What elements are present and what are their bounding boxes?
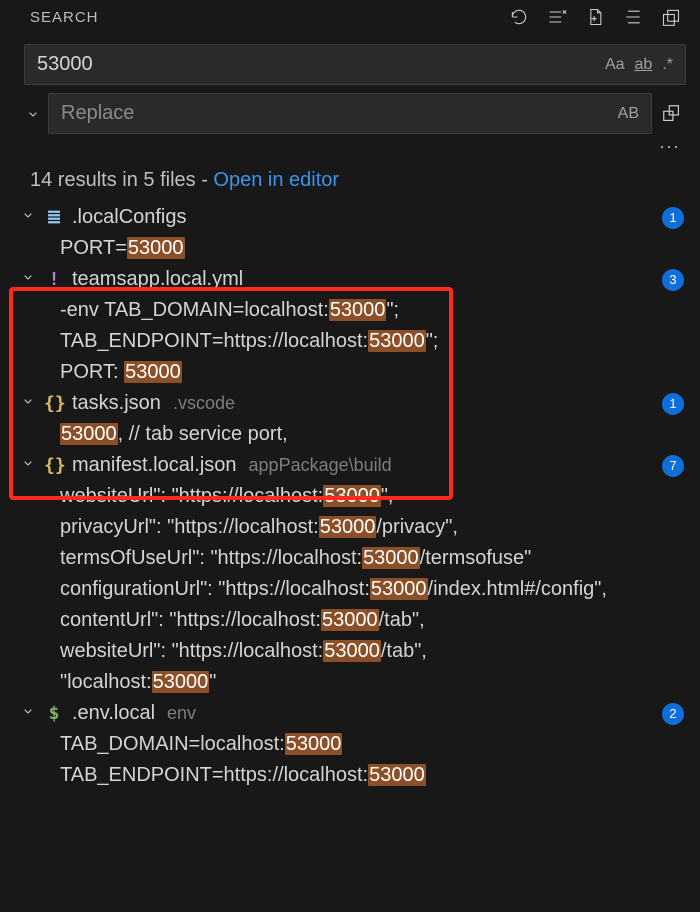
file-type-icon: ≣ — [44, 207, 64, 228]
chevron-down-icon[interactable] — [20, 703, 36, 724]
match-line[interactable]: "localhost:53000" — [14, 667, 694, 698]
match-count-badge: 7 — [662, 455, 684, 477]
replace-placeholder: Replace — [61, 102, 618, 125]
file-name: manifest.local.json — [72, 454, 237, 477]
match-line[interactable]: contentUrl": "https://localhost:53000/ta… — [14, 605, 694, 636]
match-line[interactable]: TAB_ENDPOINT=https://localhost:53000"; — [14, 326, 694, 357]
match-highlight: 53000 — [127, 237, 185, 259]
preserve-case-toggle[interactable]: AB — [618, 105, 639, 123]
view-tree-icon[interactable] — [622, 6, 644, 28]
match-highlight: 53000 — [152, 671, 210, 693]
match-highlight: 53000 — [323, 485, 381, 507]
new-file-icon[interactable] — [584, 6, 606, 28]
match-case-toggle[interactable]: Aa — [605, 56, 625, 74]
file-header[interactable]: ≣ .localConfigs 1 — [14, 202, 694, 233]
match-line[interactable]: termsOfUseUrl": "https://localhost:53000… — [14, 543, 694, 574]
match-count-badge: 1 — [662, 393, 684, 415]
file-type-icon: ! — [44, 269, 64, 290]
match-count-badge: 2 — [662, 703, 684, 725]
refresh-icon[interactable] — [508, 6, 530, 28]
match-highlight: 53000 — [321, 609, 379, 631]
chevron-down-icon[interactable] — [20, 393, 36, 414]
match-line[interactable]: websiteUrl": "https://localhost:53000", — [14, 481, 694, 512]
more-options-icon[interactable]: ··· — [0, 134, 700, 161]
search-input[interactable]: 53000 Aa ab .* — [24, 44, 686, 85]
match-highlight: 53000 — [329, 299, 387, 321]
match-highlight: 53000 — [368, 764, 426, 786]
match-highlight: 53000 — [362, 547, 420, 569]
file-name: teamsapp.local.yml — [72, 268, 243, 291]
file-name: .env.local — [72, 702, 155, 725]
match-highlight: 53000 — [323, 640, 381, 662]
file-name: .localConfigs — [72, 206, 187, 229]
file-path: appPackage\build — [249, 455, 392, 476]
toggle-replace-chevron[interactable] — [24, 106, 42, 122]
file-name: tasks.json — [72, 392, 161, 415]
regex-toggle[interactable]: .* — [662, 56, 673, 74]
clear-results-icon[interactable] — [546, 6, 568, 28]
match-highlight: 53000 — [319, 516, 377, 538]
replace-input[interactable]: Replace AB — [48, 93, 652, 134]
chevron-down-icon[interactable] — [20, 455, 36, 476]
match-line[interactable]: websiteUrl": "https://localhost:53000/ta… — [14, 636, 694, 667]
match-line[interactable]: 53000, // tab service port, — [14, 419, 694, 450]
file-path: env — [167, 703, 196, 724]
match-line[interactable]: TAB_DOMAIN=localhost:53000 — [14, 729, 694, 760]
match-highlight: 53000 — [368, 330, 426, 352]
chevron-down-icon[interactable] — [20, 207, 36, 228]
panel-title: SEARCH — [30, 9, 508, 26]
file-header[interactable]: ! teamsapp.local.yml 3 — [14, 264, 694, 295]
file-path: .vscode — [173, 393, 235, 414]
match-count-badge: 1 — [662, 207, 684, 229]
match-line[interactable]: -env TAB_DOMAIN=localhost:53000"; — [14, 295, 694, 326]
match-line[interactable]: PORT: 53000 — [14, 357, 694, 388]
match-highlight: 53000 — [370, 578, 428, 600]
whole-word-toggle[interactable]: ab — [635, 56, 653, 74]
match-highlight: 53000 — [60, 423, 118, 445]
match-line[interactable]: configurationUrl": "https://localhost:53… — [14, 574, 694, 605]
match-line[interactable]: privacyUrl": "https://localhost:53000/pr… — [14, 512, 694, 543]
match-line[interactable]: TAB_ENDPOINT=https://localhost:53000 — [14, 760, 694, 791]
replace-all-button[interactable] — [658, 97, 686, 131]
results-summary: 14 results in 5 files - Open in editor — [0, 161, 700, 200]
file-type-icon: {} — [44, 455, 64, 476]
match-line[interactable]: PORT=53000 — [14, 233, 694, 264]
file-header[interactable]: $ .env.local env 2 — [14, 698, 694, 729]
file-type-icon: $ — [44, 703, 64, 724]
open-in-editor-link[interactable]: Open in editor — [213, 169, 339, 191]
file-header[interactable]: {} manifest.local.json appPackage\build 7 — [14, 450, 694, 481]
match-highlight: 53000 — [285, 733, 343, 755]
file-header[interactable]: {} tasks.json .vscode 1 — [14, 388, 694, 419]
search-value: 53000 — [37, 53, 605, 76]
collapse-all-icon[interactable] — [660, 6, 682, 28]
file-type-icon: {} — [44, 393, 64, 414]
chevron-down-icon[interactable] — [20, 269, 36, 290]
match-count-badge: 3 — [662, 269, 684, 291]
match-highlight: 53000 — [124, 361, 182, 383]
